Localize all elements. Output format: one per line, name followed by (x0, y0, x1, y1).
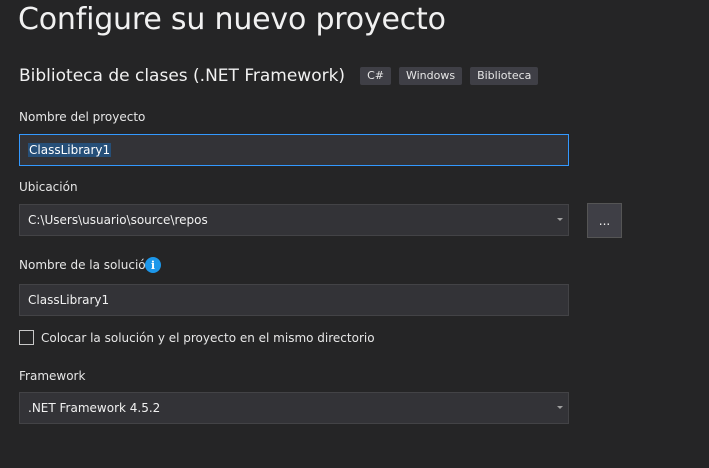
project-name-label: Nombre del proyecto (19, 110, 146, 124)
framework-value: .NET Framework 4.5.2 (28, 401, 161, 415)
tag-language: C# (360, 67, 391, 85)
template-name: Biblioteca de clases (.NET Framework) (19, 66, 346, 86)
browse-button[interactable]: ... (587, 203, 622, 238)
same-directory-label[interactable]: Colocar la solución y el proyecto en el … (41, 331, 375, 345)
configure-project-page: Configure su nuevo proyecto Biblioteca d… (0, 0, 709, 468)
solution-name-value: ClassLibrary1 (28, 293, 110, 307)
template-header: Biblioteca de clases (.NET Framework) C#… (19, 66, 546, 86)
tag-project-type: Biblioteca (470, 67, 539, 85)
same-directory-checkbox[interactable] (19, 330, 34, 345)
framework-select[interactable]: .NET Framework 4.5.2 (19, 392, 569, 424)
dropdown-arrow-icon[interactable] (557, 406, 563, 409)
project-name-value: ClassLibrary1 (28, 143, 112, 157)
location-label: Ubicación (19, 180, 78, 194)
solution-name-label: Nombre de la solución (19, 258, 154, 272)
solution-name-input[interactable]: ClassLibrary1 (19, 284, 569, 316)
location-value: C:\Users\usuario\source\repos (28, 213, 208, 227)
same-directory-option[interactable]: Colocar la solución y el proyecto en el … (19, 330, 375, 345)
location-combobox[interactable]: C:\Users\usuario\source\repos (19, 204, 569, 236)
page-title: Configure su nuevo proyecto (18, 2, 446, 37)
project-name-input[interactable]: ClassLibrary1 (19, 134, 569, 166)
tag-platform: Windows (398, 67, 463, 85)
dropdown-arrow-icon[interactable] (557, 218, 563, 221)
framework-label: Framework (19, 369, 86, 383)
info-icon[interactable]: i (145, 257, 161, 273)
